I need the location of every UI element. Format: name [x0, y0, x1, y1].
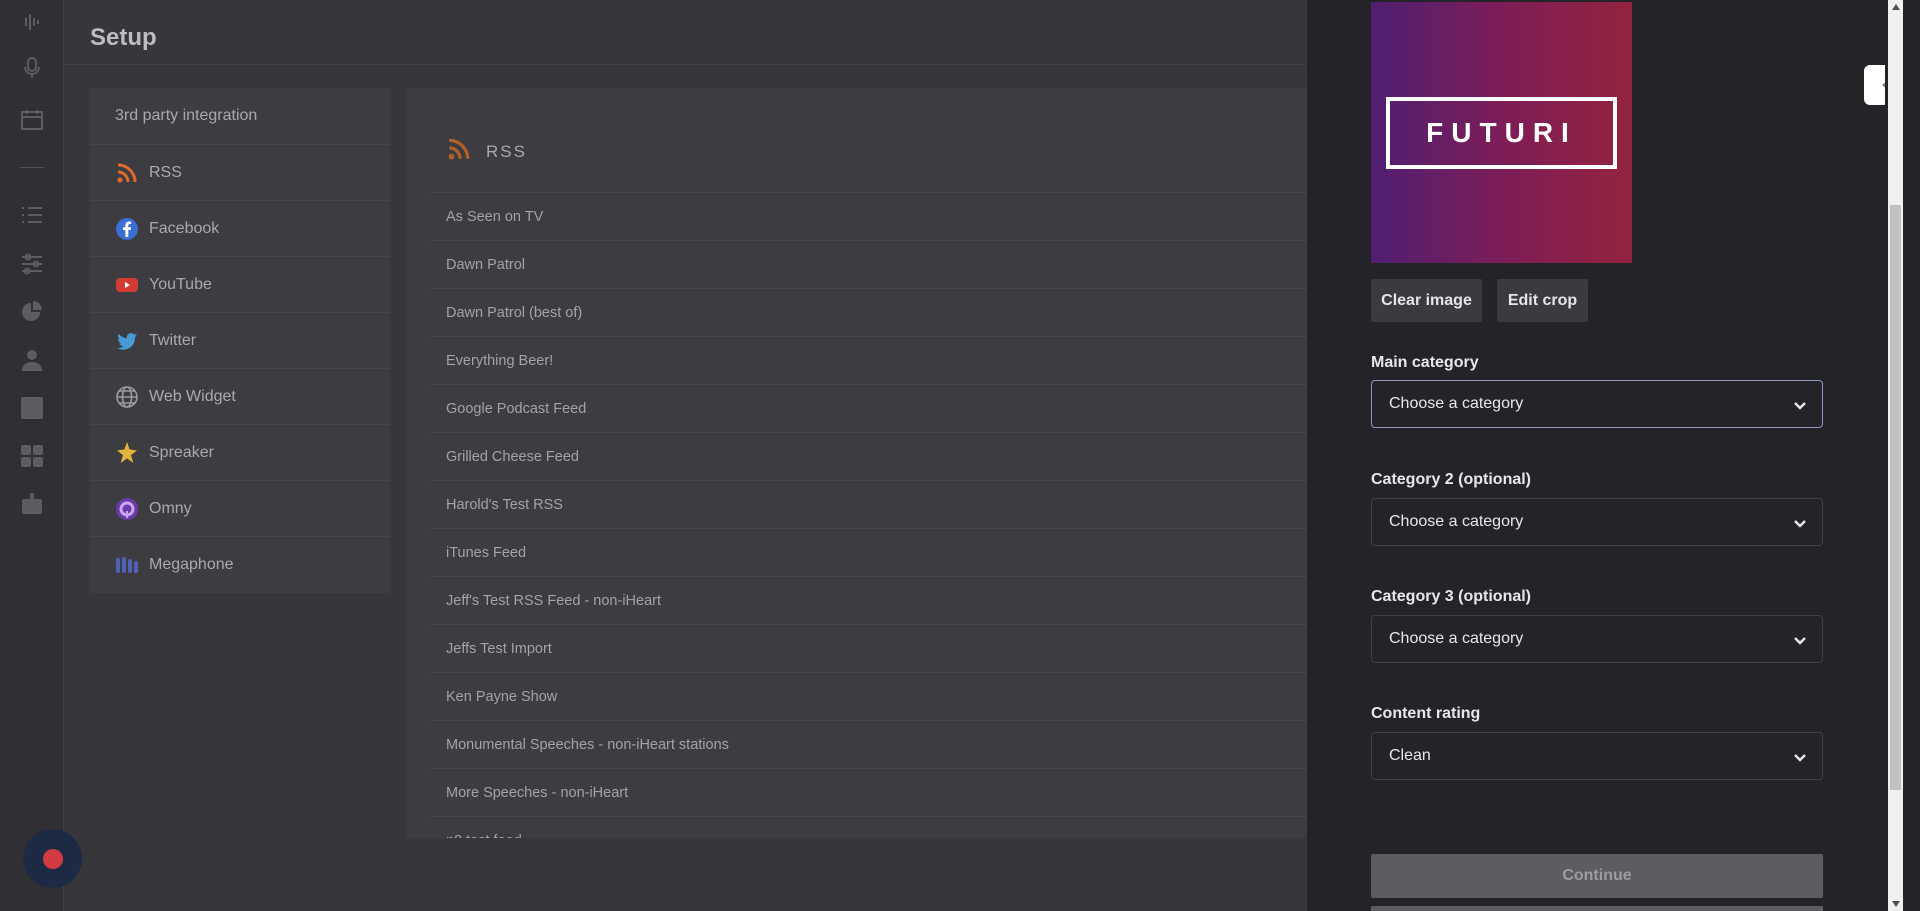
select-value: Choose a category	[1389, 513, 1524, 530]
rss-icon	[446, 136, 472, 167]
user-icon[interactable]	[18, 346, 46, 374]
feed-list-item[interactable]: Dawn Patrol	[430, 241, 1307, 289]
record-icon	[42, 848, 63, 869]
globe-icon	[115, 385, 139, 409]
integration-item-omny[interactable]: Omny	[90, 481, 390, 537]
calendar-icon[interactable]	[18, 106, 46, 134]
scroll-up-arrow-icon[interactable]	[1890, 1, 1901, 12]
robot-icon[interactable]	[18, 489, 46, 517]
dashboard-icon[interactable]	[18, 442, 46, 470]
integration-item-web-widget[interactable]: Web Widget	[90, 369, 390, 425]
feed-list-item[interactable]: Jeffs Test Import	[430, 625, 1307, 673]
rail-divider	[20, 167, 44, 168]
integration-item-facebook[interactable]: Facebook	[90, 201, 390, 257]
select-value: Choose a category	[1389, 630, 1524, 647]
megaphone-icon	[115, 553, 139, 577]
chevron-down-icon	[1792, 515, 1808, 531]
feed-list-item[interactable]: n8 test feed	[430, 817, 1307, 839]
integration-item-twitter[interactable]: Twitter	[90, 313, 390, 369]
integration-label: Web Widget	[149, 387, 236, 405]
chevron-down-icon	[1792, 632, 1808, 648]
feed-list-item[interactable]: Everything Beer!	[430, 337, 1307, 385]
feed-list: As Seen on TV Dawn Patrol Dawn Patrol (b…	[430, 192, 1307, 838]
cover-art-image: FUTURI	[1371, 2, 1632, 263]
continue-button[interactable]: Continue	[1371, 854, 1823, 898]
feed-list-item[interactable]: Dawn Patrol (best of)	[430, 289, 1307, 337]
feed-settings-drawer: FUTURI Clear image Edit crop Main catego…	[1307, 0, 1885, 911]
waveform-icon[interactable]	[18, 8, 46, 36]
app-nav-rail	[0, 0, 82, 911]
integration-label: Omny	[149, 499, 192, 517]
scrollbar-thumb[interactable]	[1890, 205, 1901, 790]
feed-list-item[interactable]: Ken Payne Show	[430, 673, 1307, 721]
feed-panel-header: RSS	[446, 136, 527, 167]
record-button[interactable]	[23, 829, 82, 888]
integration-item-megaphone[interactable]: Megaphone	[90, 537, 390, 593]
header-divider	[64, 64, 1307, 65]
select-value: Choose a category	[1389, 395, 1524, 412]
rss-icon	[115, 161, 139, 185]
sliders-icon[interactable]	[18, 250, 46, 278]
content-rating-label: Content rating	[1371, 705, 1481, 722]
integration-label: RSS	[149, 163, 182, 181]
category-2-label: Category 2 (optional)	[1371, 471, 1532, 488]
integration-sidebar: 3rd party integration RSS Facebook YouTu…	[90, 88, 390, 593]
feed-list-item[interactable]: iTunes Feed	[430, 529, 1307, 577]
microphone-icon[interactable]	[18, 54, 46, 82]
integration-label: Facebook	[149, 219, 220, 237]
chevron-down-icon	[1792, 397, 1808, 413]
edit-crop-button[interactable]: Edit crop	[1497, 279, 1588, 322]
rss-feed-icon[interactable]	[18, 394, 46, 422]
integration-label: Spreaker	[149, 443, 214, 461]
integration-heading: 3rd party integration	[90, 88, 390, 145]
feed-list-item[interactable]: Grilled Cheese Feed	[430, 433, 1307, 481]
category-3-select[interactable]: Choose a category	[1371, 615, 1823, 663]
feed-list-item[interactable]: Jeff's Test RSS Feed - non-iHeart	[430, 577, 1307, 625]
page-title: Setup	[90, 24, 157, 51]
cover-art-text: FUTURI	[1426, 117, 1577, 148]
rss-feed-panel: RSS As Seen on TV Dawn Patrol Dawn Patro…	[406, 88, 1307, 838]
omny-icon	[115, 497, 139, 521]
integration-item-spreaker[interactable]: Spreaker	[90, 425, 390, 481]
next-button-edge	[1371, 906, 1823, 911]
scroll-down-arrow-icon[interactable]	[1890, 898, 1901, 909]
feed-list-item[interactable]: Monumental Speeches - non-iHeart station…	[430, 721, 1307, 769]
feed-panel-title: RSS	[486, 141, 527, 161]
cover-art-logo: FUTURI	[1386, 97, 1617, 169]
list-icon[interactable]	[18, 201, 46, 229]
content-rating-select[interactable]: Clean	[1371, 732, 1823, 780]
category-3-label: Category 3 (optional)	[1371, 588, 1532, 605]
select-value: Clean	[1389, 747, 1431, 764]
pie-chart-icon[interactable]	[18, 298, 46, 326]
feed-list-item[interactable]: Harold's Test RSS	[430, 481, 1307, 529]
integration-item-rss[interactable]: RSS	[90, 145, 390, 201]
main-category-label: Main category	[1371, 354, 1479, 371]
facebook-icon	[115, 217, 139, 241]
chevron-down-icon	[1792, 749, 1808, 765]
main-category-select[interactable]: Choose a category	[1371, 380, 1823, 428]
clear-image-button[interactable]: Clear image	[1371, 279, 1482, 322]
integration-label: YouTube	[149, 275, 212, 293]
feed-list-item[interactable]: More Speeches - non-iHeart	[430, 769, 1307, 817]
feed-list-item[interactable]: As Seen on TV	[430, 193, 1307, 241]
integration-label: Megaphone	[149, 556, 234, 573]
feed-list-item[interactable]: Google Podcast Feed	[430, 385, 1307, 433]
category-2-select[interactable]: Choose a category	[1371, 498, 1823, 546]
youtube-icon	[115, 273, 139, 297]
twitter-icon	[115, 329, 139, 353]
integration-item-youtube[interactable]: YouTube	[90, 257, 390, 313]
integration-label: Twitter	[149, 331, 197, 349]
spreaker-icon	[115, 441, 139, 465]
